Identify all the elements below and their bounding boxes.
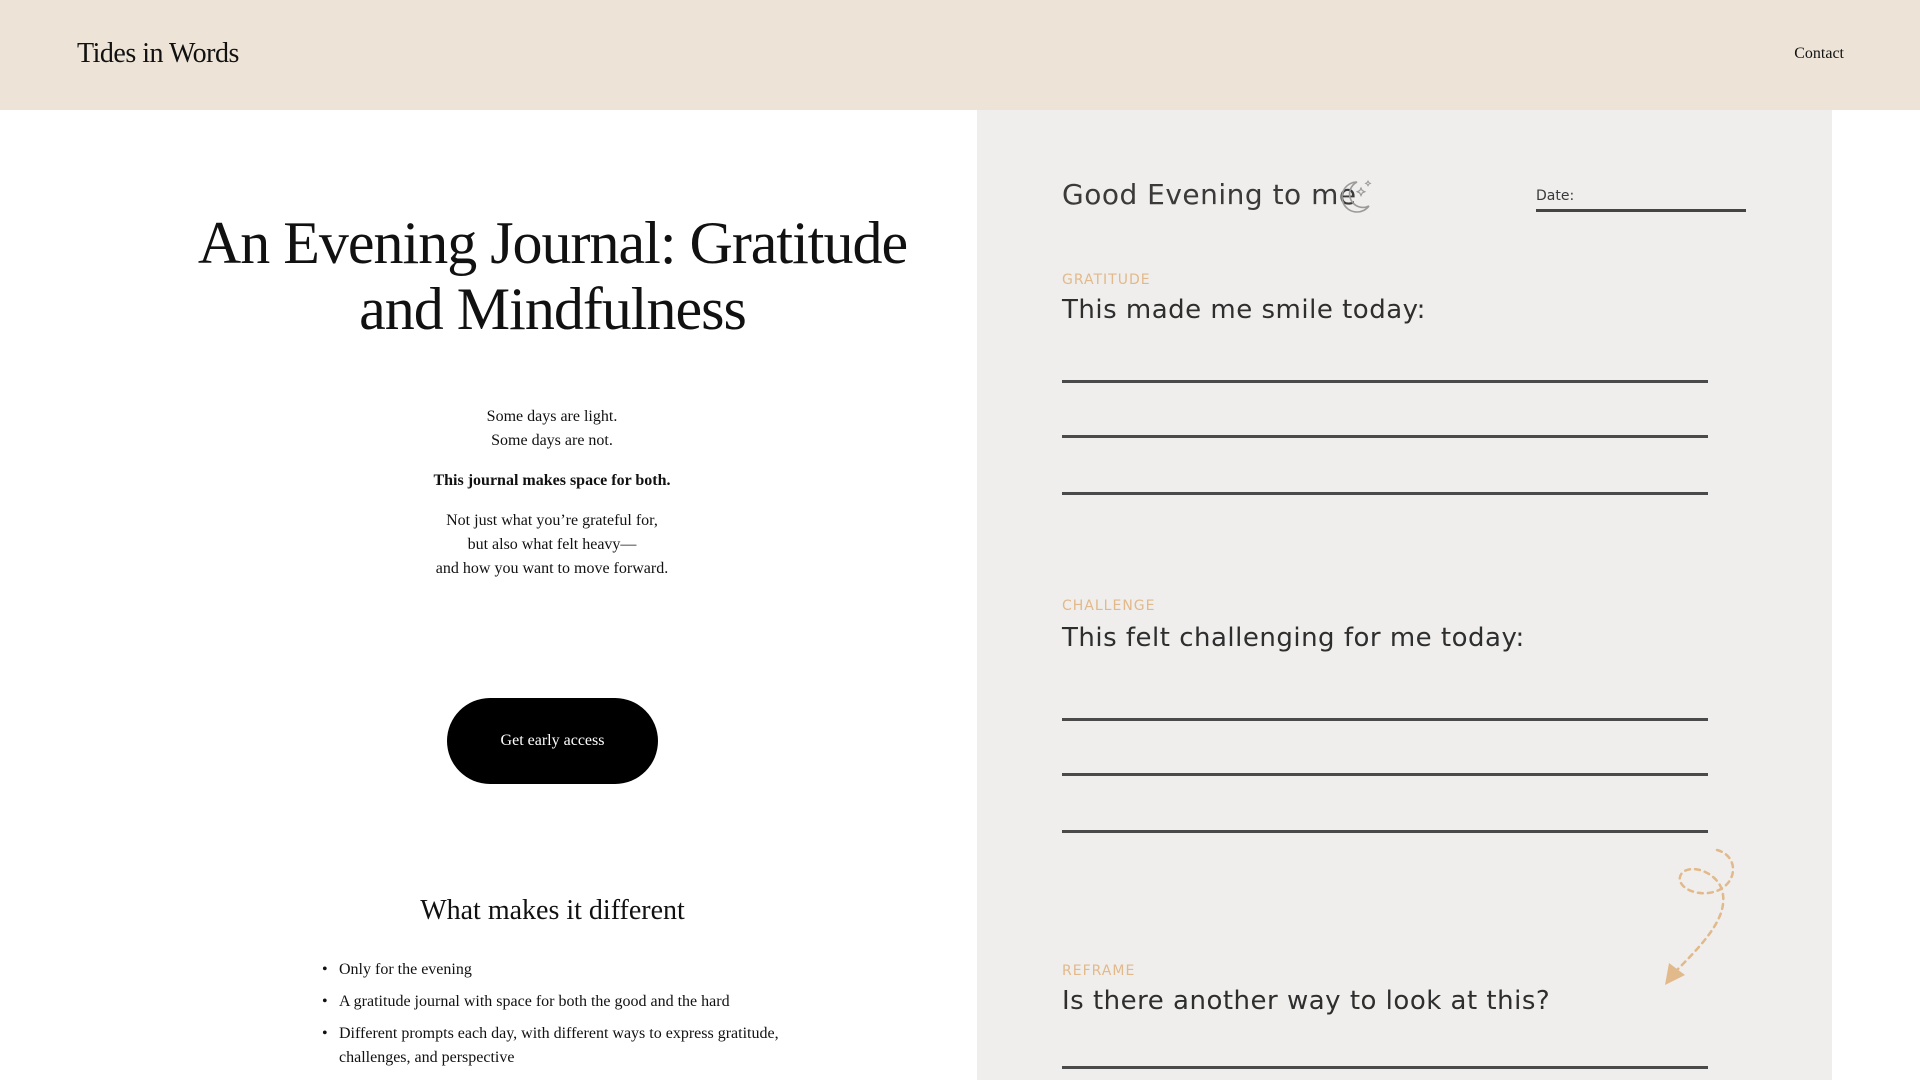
- intro-emphasis: This journal makes space for both.: [433, 472, 671, 489]
- feature-item: Different prompts each day, with differe…: [322, 1022, 802, 1070]
- moon-stars-icon: [1341, 179, 1372, 213]
- intro-line: Some days are not.: [491, 432, 613, 449]
- writing-line: [1062, 718, 1708, 721]
- get-early-access-button[interactable]: Get early access: [447, 698, 658, 784]
- date-label: Date:: [1536, 188, 1575, 204]
- section-tag-reframe: REFRAME: [1062, 963, 1136, 979]
- writing-line: [1062, 380, 1708, 383]
- nav-contact-link[interactable]: Contact: [1794, 45, 1844, 63]
- intro-line: Not just what you’re grateful for,: [446, 512, 658, 529]
- site-header: Tides in Words Contact: [0, 0, 1920, 110]
- journal-page-preview: Good Evening to me Date: GRATITUDE This …: [977, 110, 1832, 1080]
- brand-logo[interactable]: Tides in Words: [77, 38, 239, 70]
- journal-greeting: Good Evening to me: [1062, 178, 1357, 211]
- intro-line: but also what felt heavy—: [467, 536, 637, 553]
- section-tag-challenge: CHALLENGE: [1062, 598, 1156, 614]
- features-list: Only for the evening A gratitude journal…: [322, 958, 802, 1078]
- feature-item: Only for the evening: [322, 958, 802, 982]
- writing-line: [1062, 1066, 1708, 1069]
- prompt-reframe: Is there another way to look at this?: [1062, 986, 1551, 1016]
- features-heading: What makes it different: [420, 895, 685, 926]
- section-tag-gratitude: GRATITUDE: [1062, 272, 1151, 288]
- prompt-challenge: This felt challenging for me today:: [1062, 623, 1525, 653]
- feature-item: A gratitude journal with space for both …: [322, 990, 802, 1014]
- intro-line: and how you want to move forward.: [435, 560, 669, 577]
- hero-intro: Some days are light. Some days are not. …: [352, 405, 752, 597]
- writing-line: [1062, 830, 1708, 833]
- intro-paragraph-2: Not just what you’re grateful for, but a…: [352, 509, 752, 581]
- writing-line: [1062, 773, 1708, 776]
- prompt-gratitude: This made me smile today:: [1062, 295, 1426, 325]
- hero-title: An Evening Journal: Gratitude and Mindfu…: [197, 210, 908, 342]
- dashed-arrow-doodle: [1665, 848, 1735, 985]
- intro-line: Some days are light.: [486, 408, 618, 425]
- intro-paragraph-1: Some days are light. Some days are not.: [352, 405, 752, 453]
- hero-section: An Evening Journal: Gratitude and Mindfu…: [0, 110, 977, 1080]
- writing-line: [1062, 435, 1708, 438]
- writing-line: [1062, 492, 1708, 495]
- date-line: [1536, 209, 1746, 212]
